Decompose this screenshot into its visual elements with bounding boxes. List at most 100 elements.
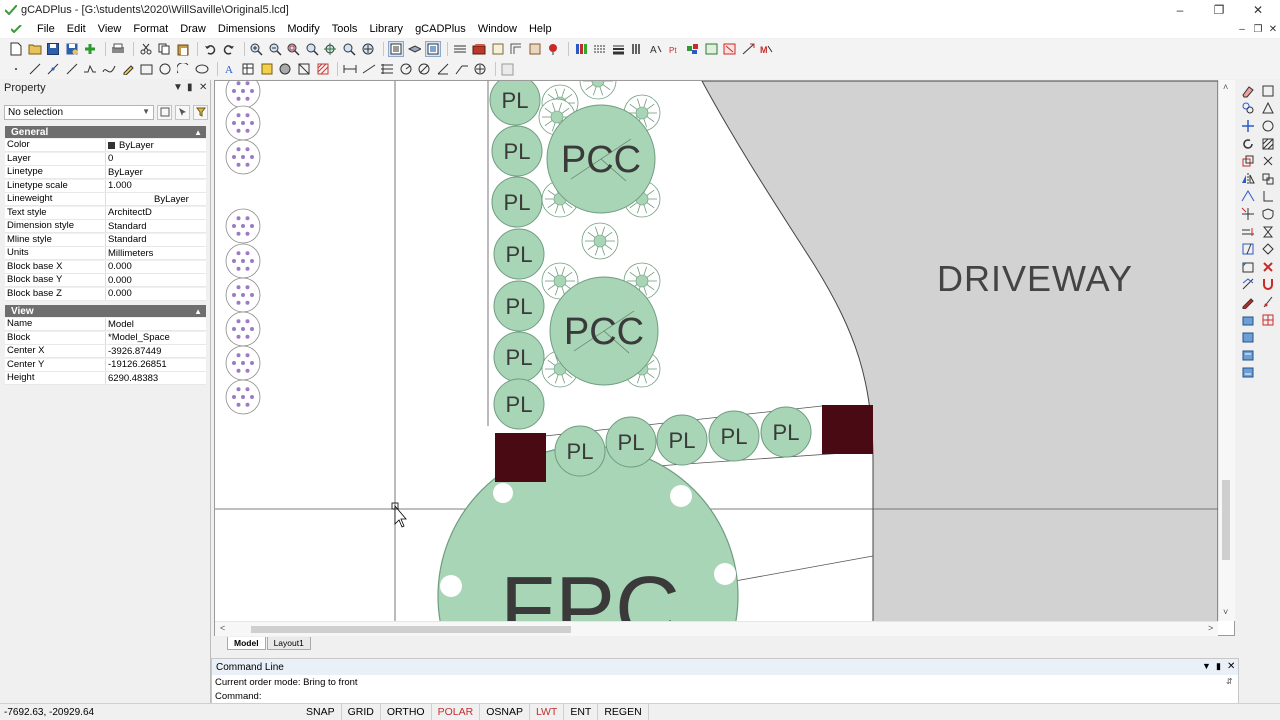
prop-row-linetype[interactable]: Linetype ByLayer	[5, 166, 206, 180]
lwt-toggle[interactable]: LWT	[530, 704, 565, 720]
menu-window[interactable]: Window	[472, 20, 523, 38]
command-input[interactable]: Command:	[212, 689, 1238, 703]
hatch-icon[interactable]	[315, 61, 331, 77]
mirror-icon[interactable]	[1238, 170, 1258, 188]
prop-row-mline-style[interactable]: Mline style Standard	[5, 233, 206, 247]
pencil-icon[interactable]	[120, 61, 136, 77]
block-edit-icon[interactable]	[722, 41, 738, 57]
prop-row-height[interactable]: Height 6290.48383	[5, 372, 206, 386]
regen-toggle[interactable]: REGEN	[598, 704, 649, 720]
print-icon[interactable]	[110, 41, 126, 57]
frame-icon[interactable]	[527, 41, 543, 57]
minimize-button[interactable]: –	[1162, 0, 1198, 20]
column-icon[interactable]	[629, 41, 645, 57]
filter-icon[interactable]	[193, 104, 208, 120]
copy-object-icon[interactable]	[1238, 100, 1258, 118]
prop-row-name[interactable]: Name Model	[5, 318, 206, 332]
prop-row-linetype-scale[interactable]: Linetype scale 1.000	[5, 179, 206, 193]
tab-model[interactable]: Model	[227, 637, 266, 650]
menu-help[interactable]: Help	[523, 20, 558, 38]
save-as-icon[interactable]	[64, 41, 80, 57]
slash-icon[interactable]	[1258, 293, 1278, 311]
color-bar-icon[interactable]	[573, 41, 589, 57]
drawing-canvas[interactable]: DRIVEWAY FPC PCC PCC PL PL PL PL PL PL P…	[214, 80, 1235, 636]
prop-row-dimension-style[interactable]: Dimension style Standard	[5, 220, 206, 234]
osnap-toggle[interactable]: OSNAP	[480, 704, 530, 720]
add-icon[interactable]	[82, 41, 98, 57]
menu-draw[interactable]: Draw	[174, 20, 212, 38]
dimension-icon[interactable]	[452, 41, 468, 57]
menu-tools[interactable]: Tools	[326, 20, 364, 38]
insert-icon[interactable]	[259, 61, 275, 77]
save-icon[interactable]	[45, 41, 61, 57]
explode-icon[interactable]	[1238, 276, 1258, 294]
linetype-icon[interactable]	[592, 41, 608, 57]
triangle-icon[interactable]	[1258, 100, 1278, 118]
ellipse-icon[interactable]	[194, 61, 210, 77]
collapse-icon[interactable]: ▲	[194, 307, 202, 316]
scale-icon[interactable]	[1238, 152, 1258, 170]
leader-icon[interactable]	[454, 61, 470, 77]
layer-icon-4[interactable]	[1238, 364, 1258, 382]
prop-row-text-style[interactable]: Text style ArchitectD	[5, 206, 206, 220]
boundary-icon[interactable]	[296, 61, 312, 77]
polar-toggle[interactable]: POLAR	[432, 704, 481, 720]
hatch-object-icon[interactable]	[1258, 135, 1278, 153]
prop-row-block[interactable]: Block *Model_Space	[5, 331, 206, 345]
ortho-toggle[interactable]: ORTHO	[381, 704, 432, 720]
prop-row-lineweight[interactable]: Lineweight ByLayer	[5, 193, 206, 207]
circle-icon[interactable]	[1258, 117, 1278, 135]
text-icon[interactable]: A	[222, 61, 238, 77]
corner-icon[interactable]	[1258, 188, 1278, 206]
arc-icon[interactable]	[175, 61, 191, 77]
prop-row-block-base-y[interactable]: Block base Y 0.000	[5, 274, 206, 288]
prop-row-block-base-x[interactable]: Block base X 0.000	[5, 260, 206, 274]
doc-restore-button[interactable]: ❐	[1252, 20, 1264, 38]
region-icon[interactable]	[277, 61, 293, 77]
insert-image-icon[interactable]	[508, 41, 524, 57]
stretch-icon[interactable]	[1238, 188, 1258, 206]
extend-icon[interactable]	[1238, 223, 1258, 241]
panel-close-icon[interactable]: ✕	[199, 82, 207, 93]
history-scroll-icon[interactable]: ⇵	[1226, 677, 1233, 686]
move-icon[interactable]	[1238, 117, 1258, 135]
table-icon[interactable]	[240, 61, 256, 77]
center-mark-icon[interactable]	[472, 61, 488, 77]
redo-icon[interactable]	[221, 41, 237, 57]
prop-row-block-base-z[interactable]: Block base Z 0.000	[5, 287, 206, 301]
point-icon[interactable]	[8, 61, 24, 77]
panel-menu-icon[interactable]: ▼	[173, 82, 183, 93]
zoom-out-icon[interactable]	[267, 41, 283, 57]
lineweight-icon[interactable]	[610, 41, 626, 57]
dim-style-icon[interactable]	[500, 61, 516, 77]
menu-modify[interactable]: Modify	[281, 20, 325, 38]
xline-icon[interactable]	[45, 61, 61, 77]
snap-toggle[interactable]: SNAP	[300, 704, 342, 720]
copy-icon[interactable]	[156, 41, 172, 57]
grid-icon[interactable]	[1258, 311, 1278, 329]
properties-toggle-icon[interactable]	[387, 41, 404, 57]
panel-menu-icon[interactable]: ▼	[1202, 661, 1211, 671]
insert-block-icon[interactable]	[490, 41, 506, 57]
point-style-icon[interactable]: Pt	[666, 41, 682, 57]
menu-edit[interactable]: Edit	[61, 20, 92, 38]
locate-icon[interactable]	[545, 41, 561, 57]
shield-icon[interactable]	[1258, 205, 1278, 223]
cut-icon[interactable]	[138, 41, 154, 57]
layers-icon[interactable]	[406, 41, 422, 57]
zoom-all-icon[interactable]	[304, 41, 320, 57]
ray-icon[interactable]	[64, 61, 80, 77]
pan-icon[interactable]	[360, 41, 376, 57]
doc-close-button[interactable]: ✕	[1267, 20, 1279, 38]
select-objects-icon[interactable]	[175, 104, 190, 120]
copy-rect-icon[interactable]	[1258, 170, 1278, 188]
edit-pencil-icon[interactable]	[1238, 293, 1258, 311]
quick-select-icon[interactable]	[157, 104, 172, 120]
layer-icon-1[interactable]	[1238, 311, 1258, 329]
scroll-up-icon[interactable]: ˄	[1223, 82, 1228, 92]
macro-icon[interactable]: M	[759, 41, 775, 57]
dim-aligned-icon[interactable]	[361, 61, 377, 77]
ent-toggle[interactable]: ENT	[564, 704, 599, 720]
panel-pin-icon[interactable]: ▮	[187, 82, 193, 93]
menu-view[interactable]: View	[92, 20, 128, 38]
